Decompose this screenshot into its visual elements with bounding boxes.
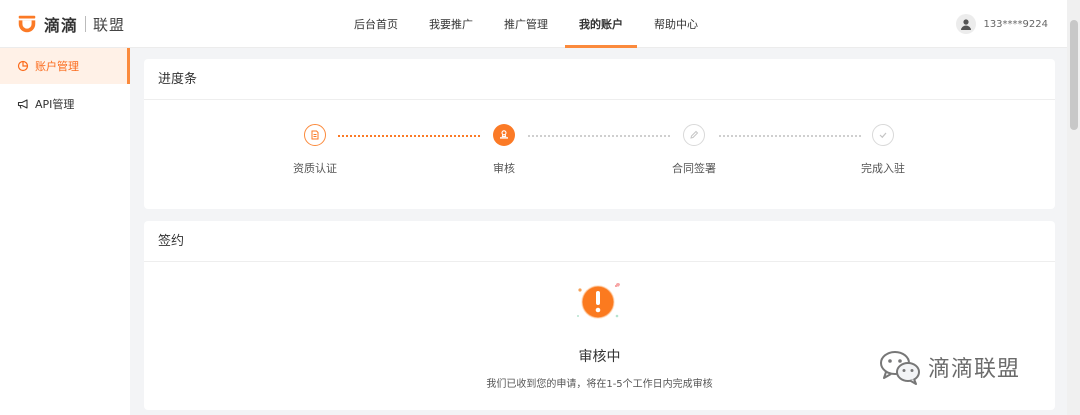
step-label: 审核: [493, 162, 515, 175]
step-dot-done: [304, 124, 326, 146]
nav-item-promotion-management[interactable]: 推广管理: [490, 0, 562, 48]
nav-item-my-account[interactable]: 我的账户: [565, 0, 637, 48]
step-label: 完成入驻: [861, 162, 905, 175]
sidebar-item-account-management[interactable]: 账户管理: [0, 48, 130, 84]
card-title: 进度条: [144, 59, 1055, 100]
pie-chart-icon: [17, 60, 29, 72]
sidebar-item-label: API管理: [35, 98, 75, 111]
progress-card: 进度条 资质认证 审核 合同签署 完成入驻: [144, 59, 1055, 209]
didi-logo-icon: [18, 15, 36, 33]
step-dot-pending: [872, 124, 894, 146]
user-icon: [961, 19, 972, 30]
top-nav: 后台首页 我要推广 推广管理 我的账户 帮助中心: [340, 0, 715, 48]
megaphone-icon: [17, 99, 28, 109]
step-label: 资质认证: [293, 162, 337, 175]
watermark-text: 滴滴联盟: [928, 357, 1021, 382]
sidebar: 账户管理 API管理: [0, 48, 130, 415]
nav-item-help-center[interactable]: 帮助中心: [640, 0, 712, 48]
card-title: 签约: [144, 221, 1055, 262]
nav-item-home[interactable]: 后台首页: [340, 0, 412, 48]
brand-name-secondary: 联盟: [93, 15, 126, 34]
step-review: 审核: [444, 124, 564, 176]
watermark: 滴滴联盟: [878, 348, 1020, 386]
stamp-icon: [500, 130, 508, 139]
brand-logo[interactable]: 滴滴 联盟: [16, 12, 125, 36]
check-icon: [879, 132, 887, 139]
step-label: 合同签署: [672, 162, 716, 175]
step-dot-current: [493, 124, 515, 146]
exclamation-icon: [577, 282, 621, 319]
sidebar-item-label: 账户管理: [35, 60, 79, 73]
sidebar-item-api-management[interactable]: API管理: [0, 86, 130, 122]
user-menu[interactable]: 133****9224: [956, 14, 1048, 34]
brand-divider: [85, 16, 87, 32]
step-qualification: 资质认证: [255, 124, 375, 176]
progress-steps: 资质认证 审核 合同签署 完成入驻: [144, 100, 1055, 209]
step-dot-pending: [683, 124, 705, 146]
pen-icon: [690, 130, 699, 139]
document-icon: [311, 130, 319, 140]
nav-item-promote[interactable]: 我要推广: [415, 0, 487, 48]
avatar[interactable]: [956, 14, 977, 34]
step-complete: 完成入驻: [823, 124, 943, 176]
scrollbar-thumb[interactable]: [1070, 20, 1078, 130]
user-phone: 133****9224: [983, 18, 1048, 30]
brand-name-primary: 滴滴: [44, 16, 79, 35]
scrollbar[interactable]: [1067, 0, 1080, 415]
step-contract: 合同签署: [634, 124, 754, 176]
wechat-icon: [880, 351, 920, 385]
top-header: 滴滴 联盟 后台首页 我要推广 推广管理 我的账户 帮助中心 133****92…: [0, 0, 1080, 48]
